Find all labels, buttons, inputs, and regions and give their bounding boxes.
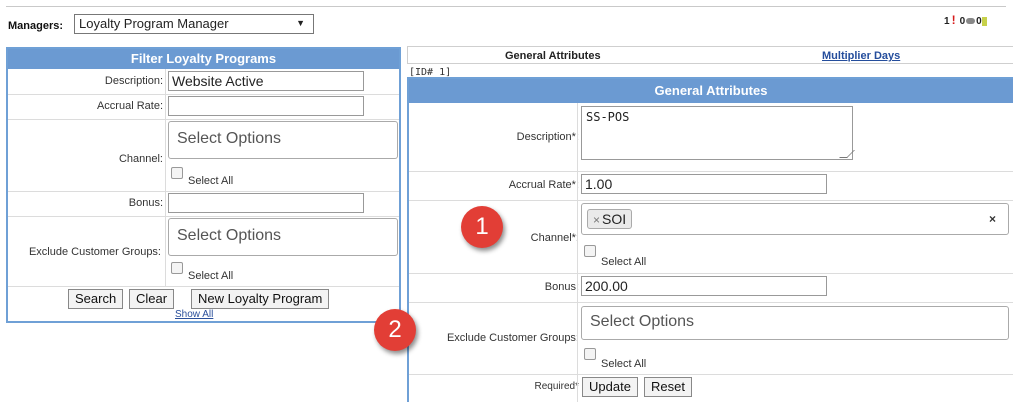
- update-button[interactable]: Update: [582, 377, 638, 397]
- filter-bonus-cell: [165, 191, 400, 216]
- general-exclude-label: Exclude Customer Groups:: [446, 332, 579, 344]
- general-description-label: Description*:: [516, 131, 579, 143]
- managers-select[interactable]: Loyalty Program Manager ▼: [74, 14, 314, 34]
- filter-description-input[interactable]: Website Active: [168, 71, 364, 91]
- show-all-link[interactable]: Show All: [175, 309, 213, 320]
- filter-description-cell: Website Active: [165, 69, 400, 94]
- filter-description-label: Description:: [104, 75, 163, 87]
- dropdown-arrow-icon: ▼: [296, 18, 305, 28]
- general-row-bonus: Bonus: 200.00: [409, 273, 1013, 303]
- tag-remove-icon[interactable]: ×: [593, 213, 600, 227]
- filter-bonus-label: Bonus:: [128, 197, 163, 209]
- search-button[interactable]: Search: [68, 289, 124, 309]
- channel-tag-soi[interactable]: × SOI: [587, 209, 633, 229]
- general-row-actions: Required* Update Reset: [409, 374, 1013, 402]
- filter-row-channel: Channel: Select Options Select All: [8, 119, 399, 192]
- general-accrual-cell: 1.00: [577, 171, 1013, 200]
- managers-selected-value: Loyalty Program Manager: [79, 16, 229, 31]
- filter-accrual-input[interactable]: [168, 96, 364, 116]
- general-exclude-multiselect[interactable]: Select Options: [581, 306, 1009, 340]
- filter-exclude-label: Exclude Customer Groups:: [28, 246, 161, 258]
- required-label: Required*: [534, 381, 579, 392]
- filter-channel-multiselect[interactable]: Select Options: [168, 121, 398, 159]
- general-exclude-select-all-label: Select All: [601, 358, 647, 370]
- message-count: 0: [959, 16, 966, 27]
- filter-channel-select-all-label: Select All: [188, 175, 234, 187]
- filter-exclude-select-all-checkbox[interactable]: [171, 262, 183, 274]
- general-accrual-input[interactable]: 1.00: [581, 174, 827, 194]
- filter-channel-select-all-checkbox[interactable]: [171, 167, 183, 179]
- filter-exclude-cell: Select Options Select All: [165, 216, 400, 286]
- general-panel-title: General Attributes: [409, 79, 1013, 103]
- top-divider: [6, 6, 1006, 7]
- reset-button[interactable]: Reset: [644, 377, 692, 397]
- status-area[interactable]: 1! 0 0: [944, 13, 987, 27]
- alert-icon: !: [951, 13, 956, 27]
- managers-label: Managers:: [8, 20, 64, 32]
- general-channel-label: Channel*:: [530, 232, 579, 244]
- general-row-accrual: Accrual Rate*: 1.00: [409, 171, 1013, 201]
- resize-handle-icon[interactable]: [839, 150, 855, 158]
- alert-count: 1: [944, 16, 950, 27]
- general-channel-select-all-label: Select All: [601, 256, 647, 268]
- general-bonus-cell: 200.00: [577, 273, 1013, 302]
- callout-badge-2: 2: [374, 309, 416, 351]
- filter-channel-cell: Select Options Select All: [165, 119, 400, 191]
- filter-channel-label: Channel:: [118, 153, 163, 165]
- filter-panel: Filter Loyalty Programs Description: Web…: [6, 47, 401, 323]
- general-row-description: Description*: SS-POS: [409, 103, 1013, 172]
- general-channel-multiselect[interactable]: × SOI ×: [581, 203, 1009, 235]
- filter-accrual-label: Accrual Rate:: [96, 100, 163, 112]
- tab-multiplier-days[interactable]: Multiplier Days: [822, 50, 900, 62]
- callout-badge-1: 1: [461, 206, 503, 248]
- filter-accrual-cell: [165, 94, 400, 119]
- general-description-cell: SS-POS: [577, 103, 1013, 171]
- filter-panel-title: Filter Loyalty Programs: [8, 49, 399, 69]
- filter-bonus-input[interactable]: [168, 193, 364, 213]
- filter-row-accrual: Accrual Rate:: [8, 94, 399, 120]
- chat-bubble-icon: [966, 18, 976, 24]
- general-channel-select-all-checkbox[interactable]: [584, 245, 596, 257]
- general-accrual-label: Accrual Rate*:: [508, 179, 579, 191]
- filter-row-exclude: Exclude Customer Groups: Select Options …: [8, 216, 399, 287]
- status-indicator-icon: [981, 16, 987, 26]
- general-exclude-select-all-checkbox[interactable]: [584, 348, 596, 360]
- general-description-textarea[interactable]: SS-POS: [581, 106, 855, 160]
- general-exclude-cell: Select Options Select All: [577, 302, 1013, 374]
- clear-selection-icon[interactable]: ×: [989, 212, 996, 226]
- filter-row-bonus: Bonus:: [8, 191, 399, 217]
- general-actions-cell: Update Reset: [577, 374, 1013, 402]
- general-row-exclude: Exclude Customer Groups: Select Options …: [409, 302, 1013, 375]
- top-bar: Managers: Loyalty Program Manager ▼ 1! 0 0: [0, 0, 1013, 40]
- filter-exclude-multiselect[interactable]: Select Options: [168, 218, 398, 256]
- general-bonus-label: Bonus:: [544, 281, 579, 293]
- general-description-value: SS-POS: [586, 110, 630, 124]
- filter-row-description: Description: Website Active: [8, 69, 399, 95]
- tab-general-attributes[interactable]: General Attributes: [505, 50, 601, 62]
- clear-button[interactable]: Clear: [129, 289, 175, 309]
- general-channel-cell: × SOI × Select All: [577, 200, 1013, 273]
- tab-bar: [407, 46, 1013, 64]
- general-bonus-input[interactable]: 200.00: [581, 276, 827, 296]
- channel-tag-label: SOI: [602, 211, 627, 227]
- filter-exclude-select-all-label: Select All: [188, 270, 234, 282]
- new-loyalty-program-button[interactable]: New Loyalty Program: [191, 289, 330, 309]
